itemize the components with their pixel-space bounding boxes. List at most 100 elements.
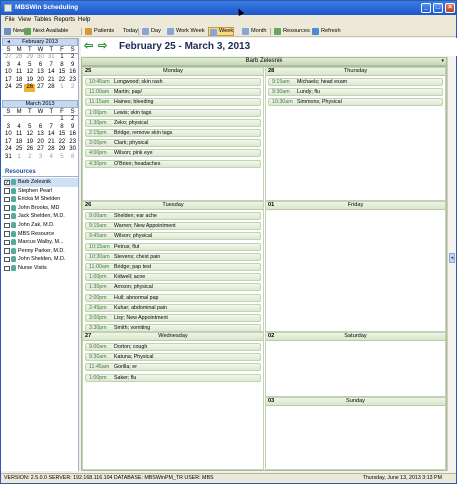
calendar-day[interactable]: 18	[14, 139, 25, 147]
calendar-day[interactable]: 11	[14, 69, 25, 77]
resource-item[interactable]: John Brooks, MD	[4, 204, 78, 213]
next-available-button[interactable]: Next Available	[23, 27, 68, 36]
calendar-day[interactable]: 28	[14, 54, 25, 62]
calendar-day[interactable]	[3, 116, 14, 124]
calendar-day[interactable]: 2	[67, 116, 78, 124]
calendar-day[interactable]: 13	[35, 69, 46, 77]
prev-week-arrow-icon[interactable]: ⇦	[84, 41, 95, 52]
calendar-day[interactable]: 18	[14, 77, 25, 85]
calendar-day[interactable]: 4	[14, 124, 25, 132]
resource-checkbox[interactable]	[4, 231, 10, 237]
calendar-day[interactable]: 12	[24, 69, 35, 77]
calendar-day[interactable]: 19	[24, 77, 35, 85]
calendar-day[interactable]: 27	[3, 54, 14, 62]
calendar-day[interactable]: 2	[67, 84, 78, 92]
appointment[interactable]: 10:30am Simmons; Physical	[268, 98, 443, 107]
resource-bar[interactable]: Barb Zelesnik ▾	[81, 57, 447, 66]
calendar-day[interactable]: 31	[46, 54, 57, 62]
calendar-day[interactable]: 5	[24, 124, 35, 132]
calendar-day[interactable]: 10	[3, 69, 14, 77]
calendar-day[interactable]: 23	[67, 139, 78, 147]
scroll-thumb[interactable]: ◂	[449, 253, 455, 263]
calendar-day[interactable]	[35, 116, 46, 124]
calendar-day[interactable]: 1	[57, 54, 68, 62]
appointment[interactable]: 10:15am Petrus; flut	[85, 242, 261, 251]
day-view-button[interactable]: Day	[141, 27, 161, 36]
dropdown-icon[interactable]: ▾	[441, 58, 444, 65]
refresh-button[interactable]: Refresh	[311, 27, 341, 36]
calendar-day[interactable]: 3	[3, 62, 14, 70]
appointment[interactable]: 3:30pm Smith; vomiting	[85, 324, 261, 333]
calendar-day[interactable]: 1	[57, 84, 68, 92]
calendar-day[interactable]: 17	[3, 77, 14, 85]
calendar-day[interactable]: 6	[67, 154, 78, 162]
appointment[interactable]: 11:45am Gorilla; er	[85, 363, 261, 372]
calendar-day[interactable]: 13	[35, 131, 46, 139]
resource-checkbox[interactable]	[4, 265, 10, 271]
day-cell-wednesday[interactable]: Wednesday 27 9:00am Dorton; cough 9:30am Katu…	[82, 332, 264, 470]
patients-button[interactable]: Patients	[84, 27, 114, 36]
calendar-day[interactable]: 26	[24, 146, 35, 154]
calendar-day[interactable]: 17	[3, 139, 14, 147]
appointment[interactable]: 3:00pm Lisy; New Appointment	[85, 314, 261, 322]
appointment[interactable]: 3:00pm Clark; physical	[85, 139, 261, 148]
calendar-day[interactable]	[24, 116, 35, 124]
week-view-button[interactable]: Week	[208, 27, 235, 36]
resource-checkbox[interactable]	[4, 222, 10, 228]
appointment[interactable]: 1:00pm Lewis; skin tags	[85, 108, 261, 117]
appointment[interactable]: 11:00am Martin; pap/	[85, 88, 261, 97]
appointment[interactable]: 1:30pm Arnson; physical	[85, 283, 261, 292]
calendar-day[interactable]: 19	[24, 139, 35, 147]
appointment[interactable]: 4:30pm O'Brien; headaches	[85, 159, 261, 168]
appointment[interactable]: 9:00am Dorton; cough	[85, 343, 261, 351]
calendar-day[interactable]: 11	[14, 131, 25, 139]
calendar-day[interactable]: 31	[3, 154, 14, 162]
calendar-day[interactable]: 20	[35, 139, 46, 147]
calendar-day[interactable]: 23	[67, 77, 78, 85]
close-button[interactable]: ×	[445, 3, 455, 13]
resource-checkbox[interactable]: ✓	[4, 179, 10, 185]
menu-file[interactable]: File	[5, 17, 15, 23]
resource-item[interactable]: Ericka M Shelden	[4, 195, 78, 204]
appointment[interactable]: 10:45am Longwood; skin rash	[85, 78, 261, 86]
resource-item[interactable]: ✓ Barb Zelesnik	[4, 178, 78, 187]
appointment[interactable]: 2:45pm Kuhar; abdominal pain	[85, 303, 261, 312]
calendar-day[interactable]: 22	[57, 77, 68, 85]
calendar-day[interactable]: 21	[46, 139, 57, 147]
calendar-day[interactable]: 4	[14, 62, 25, 70]
resource-checkbox[interactable]	[4, 196, 10, 203]
day-cell-monday[interactable]: Monday 25 10:45am Longwood; skin rash 11:00a…	[82, 67, 264, 201]
day-cell-friday[interactable]: Friday 01	[265, 201, 446, 332]
resource-item[interactable]: Stephen Pearl	[4, 187, 78, 196]
appointment[interactable]: 10:30am Stevens; chest pain	[85, 252, 261, 261]
resources-button[interactable]: Resources	[273, 27, 310, 36]
calendar-day[interactable]: 16	[67, 131, 78, 139]
calendar-day[interactable]: 6	[35, 62, 46, 70]
month-view-button[interactable]: Month	[241, 27, 267, 36]
appointment[interactable]: 2:00pm Hull; abnormal pap	[85, 293, 261, 302]
calendar-day[interactable]: 14	[46, 69, 57, 77]
calendar-day[interactable]: 2	[67, 54, 78, 62]
maximize-button[interactable]: □	[433, 3, 443, 13]
calendar-day[interactable]: 29	[24, 54, 35, 62]
appointment[interactable]: 9:15am Michaels; head exam	[268, 78, 443, 86]
calendar-day[interactable]: 14	[46, 131, 57, 139]
resource-checkbox[interactable]	[4, 256, 10, 263]
appointment[interactable]: 4:00pm Wilson; pink eye	[85, 149, 261, 158]
calendar-day[interactable]: 2	[24, 154, 35, 162]
resource-item[interactable]: MBS Resource	[4, 230, 78, 239]
resource-item[interactable]: Nurse Visits	[4, 264, 78, 273]
appointment[interactable]: 9:15am Warren; New Appointment	[85, 222, 261, 231]
appointment[interactable]: 9:30am Katuna; Physical	[85, 353, 261, 362]
vertical-scrollbar[interactable]: ◂	[447, 57, 456, 471]
resource-item[interactable]: John Shelden, M.D.	[4, 255, 78, 264]
calendar-day[interactable]: 9	[67, 62, 78, 70]
calendar-day[interactable]: 8	[57, 62, 68, 70]
calendar-day[interactable]: 25	[14, 146, 25, 154]
calendar-day[interactable]: 5	[24, 62, 35, 70]
appointment[interactable]: 2:15pm Bridge; remove skin tags	[85, 129, 261, 137]
calendar-day[interactable]: 9	[67, 124, 78, 132]
resource-item[interactable]: Marcus Walby, M...	[4, 238, 78, 247]
calendar-day[interactable]: 25	[14, 84, 25, 92]
calendar-day[interactable]: 27	[35, 146, 46, 154]
